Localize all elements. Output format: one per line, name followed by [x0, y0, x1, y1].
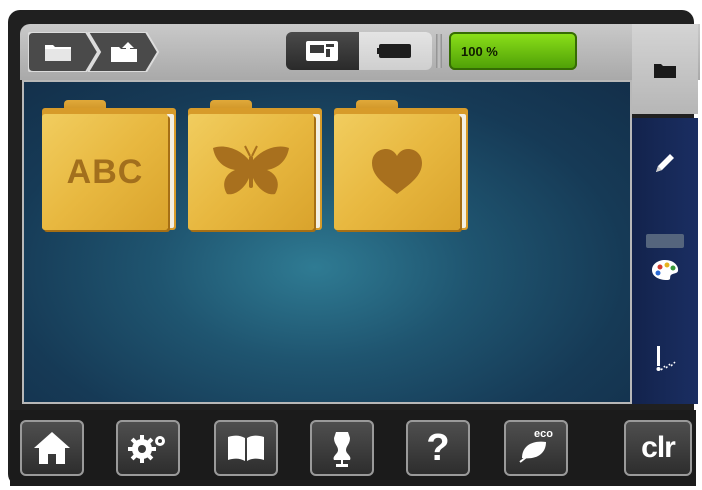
clear-button[interactable]: clr — [624, 420, 692, 476]
breadcrumb-subfolder[interactable] — [88, 32, 160, 72]
embroidery-screen: 100 % ABC ? eco clr — [0, 0, 702, 490]
sewing-consultant-button[interactable] — [310, 420, 374, 476]
help-button[interactable]: ? — [406, 420, 470, 476]
breadcrumb — [28, 32, 160, 72]
folder-hearts[interactable] — [334, 100, 468, 230]
tab-color[interactable] — [632, 222, 698, 296]
book-icon — [228, 435, 264, 461]
folder-icon — [654, 64, 676, 78]
folder-icon — [45, 45, 71, 61]
clear-icon: clr — [641, 431, 676, 464]
eco-button[interactable]: eco — [504, 420, 568, 476]
needle-icon — [656, 346, 676, 371]
settings-icon — [128, 435, 165, 463]
foot-view-button[interactable] — [359, 32, 432, 70]
dress-form-icon — [333, 432, 351, 467]
sidebar — [632, 118, 698, 404]
heart-icon — [372, 149, 422, 194]
machine-icon — [306, 41, 338, 61]
home-button[interactable] — [20, 420, 84, 476]
machine-view-button[interactable] — [286, 32, 359, 70]
home-icon — [34, 432, 70, 464]
folder-label: ABC — [66, 152, 144, 191]
tab-stitch[interactable] — [632, 322, 698, 396]
eco-label: eco — [534, 428, 553, 440]
folder-alphabets[interactable]: ABC — [42, 100, 176, 230]
settings-button[interactable] — [116, 420, 180, 476]
heart-folder-icon — [334, 114, 460, 230]
butterfly-folder-icon — [188, 114, 314, 230]
toolbar-divider — [436, 34, 442, 68]
color-indicator — [646, 234, 684, 248]
zoom-level-button[interactable]: 100 % — [449, 32, 577, 70]
abc-folder-icon: ABC — [42, 114, 168, 230]
tab-edit[interactable] — [632, 126, 698, 200]
palette-icon — [652, 260, 679, 280]
view-toggle — [286, 32, 432, 70]
pencil-icon — [656, 154, 674, 172]
folder-browser: ABC — [22, 80, 632, 404]
help-icon: ? — [426, 426, 450, 469]
folder-motifs[interactable] — [188, 100, 322, 230]
presser-foot-icon — [377, 44, 411, 58]
tutorial-button[interactable] — [214, 420, 278, 476]
folder-open-icon — [111, 42, 137, 62]
tab-file[interactable] — [632, 24, 698, 114]
butterfly-icon — [213, 145, 289, 195]
